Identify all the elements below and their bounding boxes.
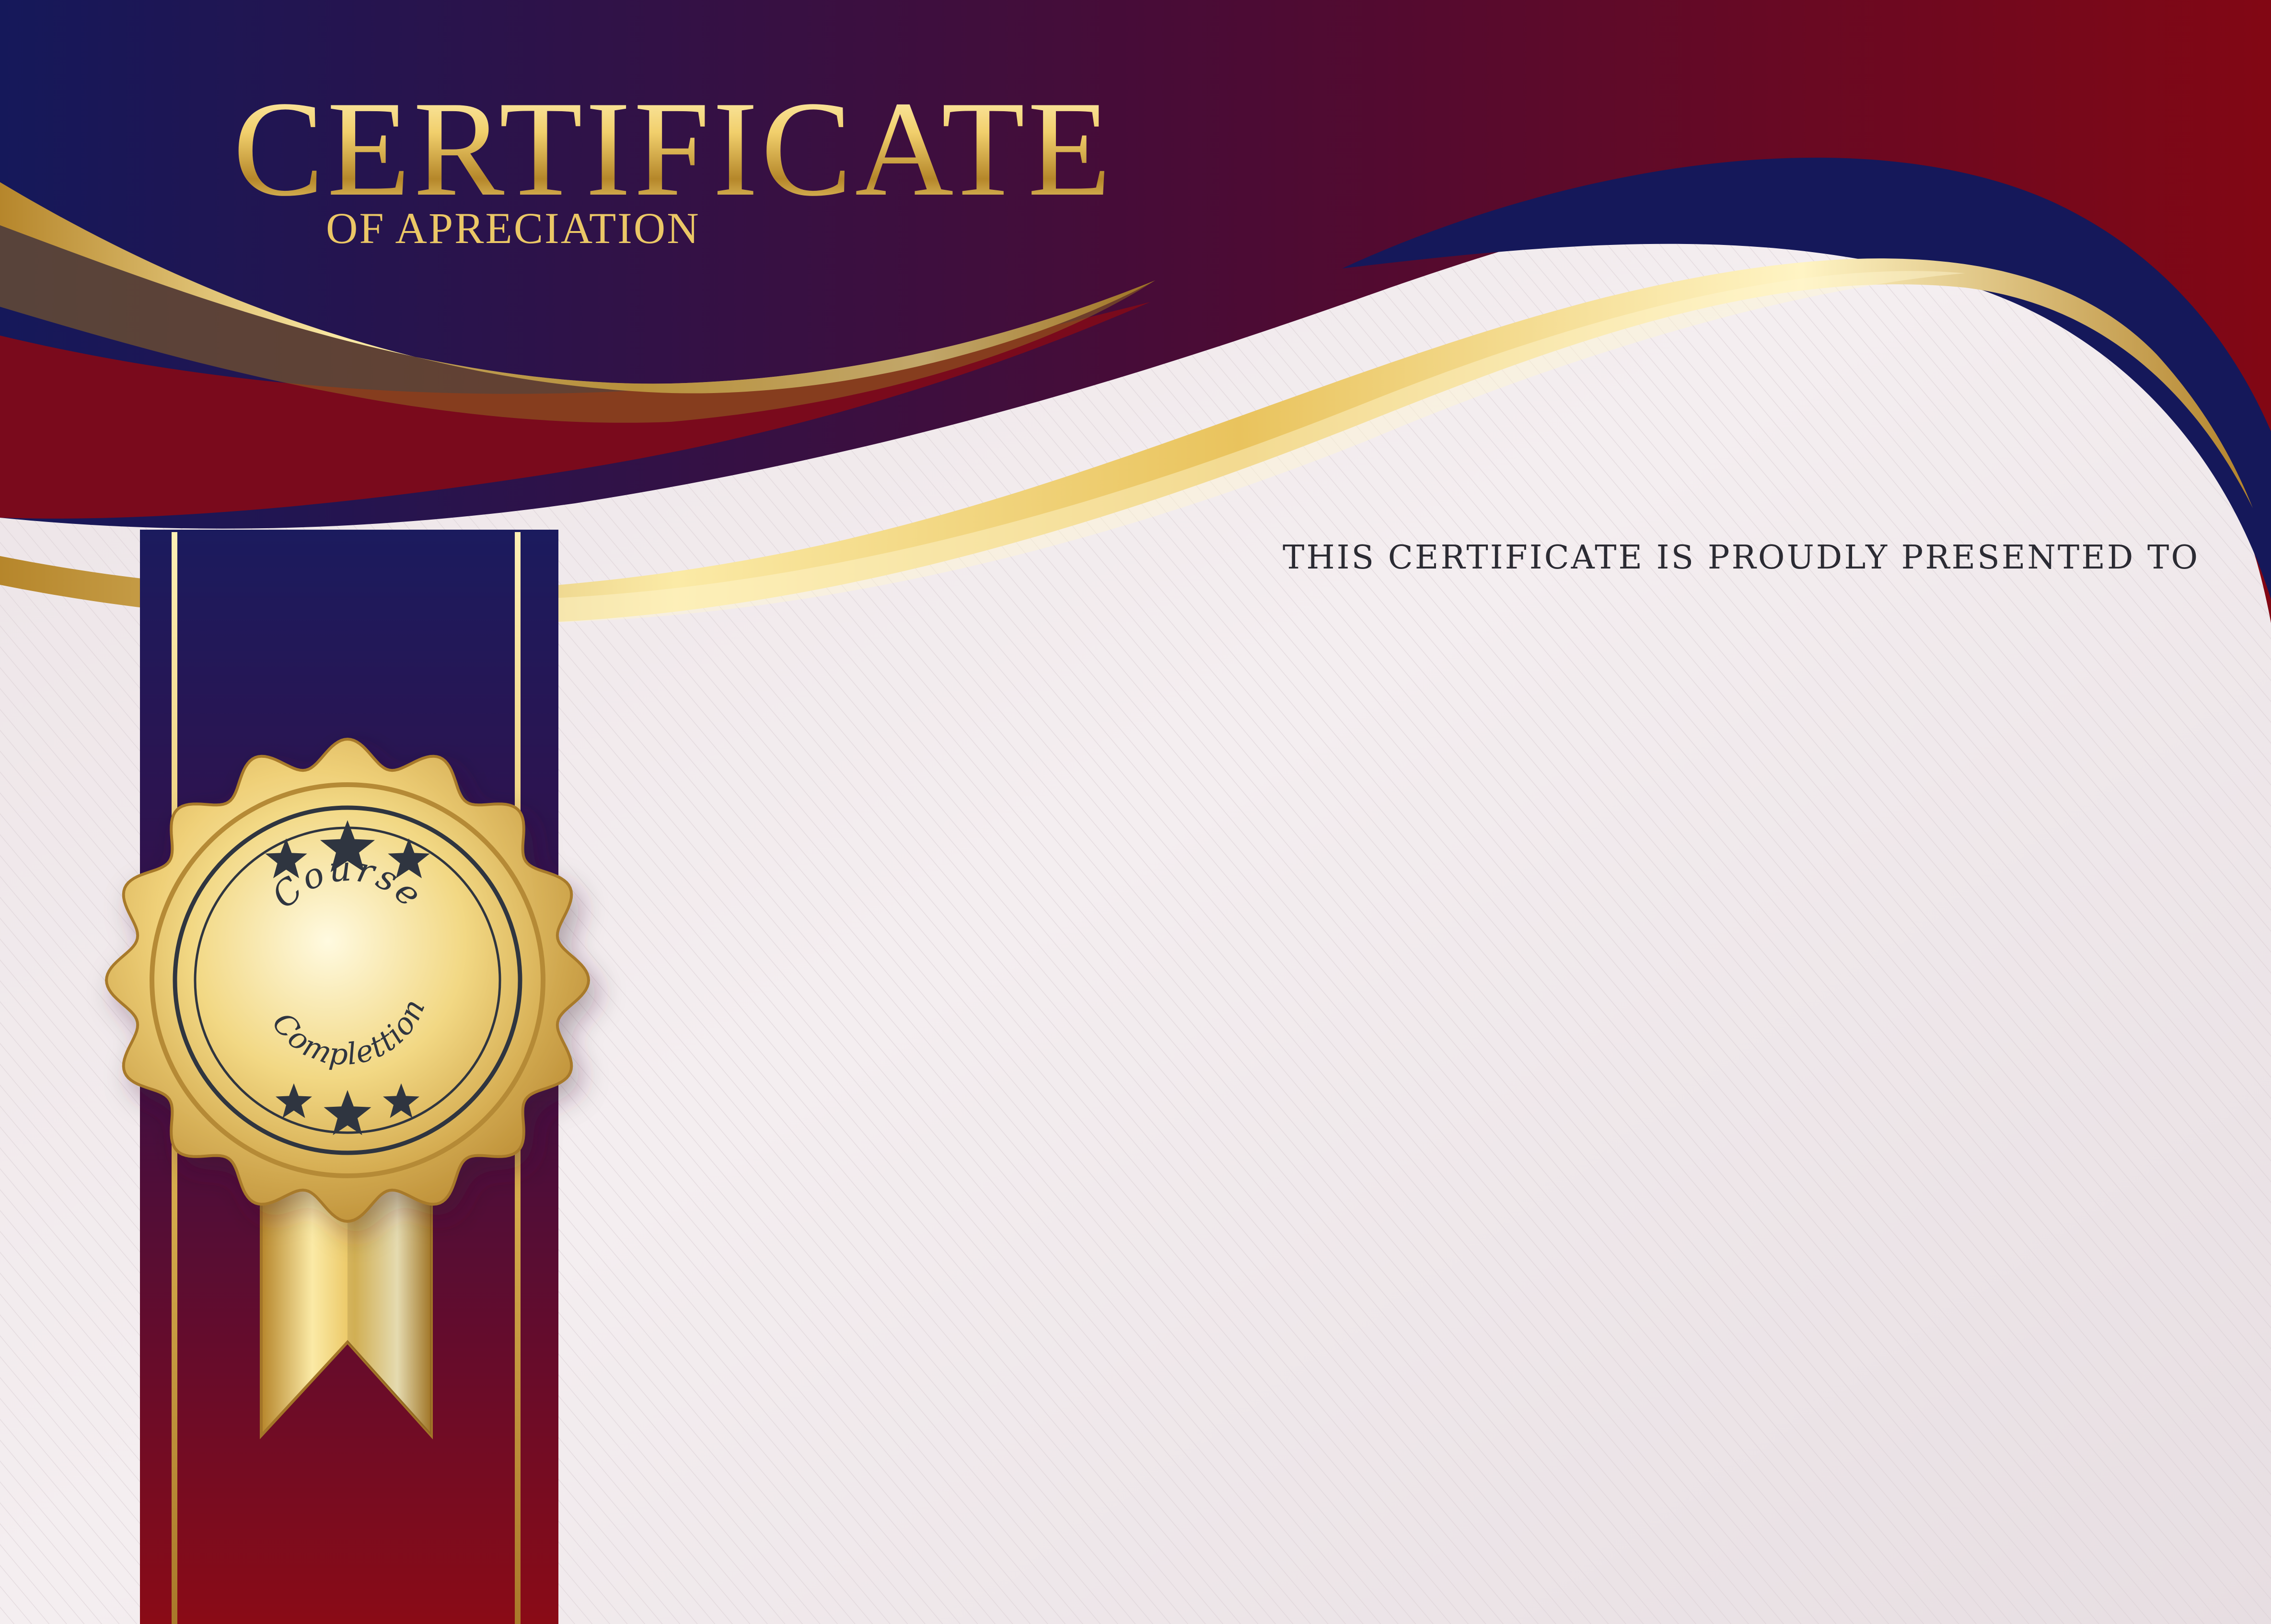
certificate-subtitle: OF APRECIATION <box>326 204 700 253</box>
certificate-title: CERTIFICATE <box>233 73 1114 224</box>
presented-to-line: THIS CERTIFICATE IS PROUDLY PRESENTED TO <box>1283 539 2200 577</box>
certificate: Course Complettion CERTIFICATE OF APRECI… <box>0 0 2271 1624</box>
